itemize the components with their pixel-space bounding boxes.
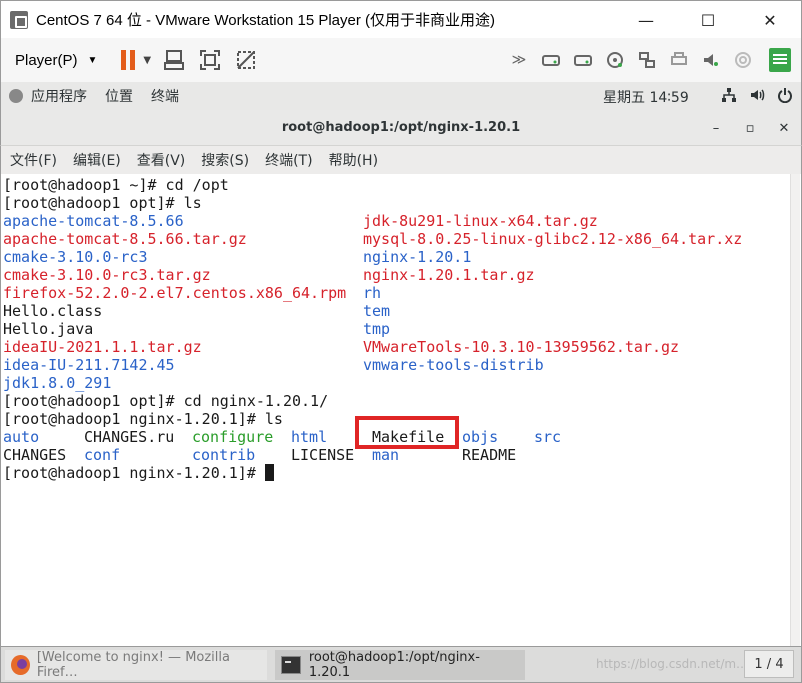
places-menu[interactable]: 位置 [105,86,133,106]
applications-menu[interactable]: 应用程序 [9,86,87,106]
taskbar-item-terminal[interactable]: root@hadoop1:/opt/nginx-1.20.1 [275,649,525,680]
hard-disk-icon[interactable] [539,48,563,72]
vmware-toolbar: Player(P) ▼ ▼ ≫ [0,38,802,82]
vmware-titlebar: CentOS 7 64 位 - VMware Workstation 15 Pl… [0,0,802,38]
menu-edit[interactable]: 编辑(E) [73,150,121,170]
ls-entry: cmake-3.10.0-rc3 [3,248,148,266]
ls-entry: Hello.java [3,320,94,338]
text-cursor [264,464,274,481]
send-ctrl-alt-del-icon[interactable] [161,47,187,73]
printer-icon[interactable] [667,48,691,72]
ls-entry: CHANGES.ru [84,428,175,446]
hard-disk-icon[interactable] [571,48,595,72]
ls-entry: apache-tomcat-8.5.66.tar.gz [3,230,247,248]
ls-entry: nginx-1.20.1 [363,248,472,266]
terminal-close-button[interactable]: ✕ [767,121,801,136]
sound-card-icon[interactable] [699,48,723,72]
gnome-foot-icon [9,89,23,103]
terminal-window-title: root@hadoop1:/opt/nginx-1.20.1 [281,120,521,135]
command-line: [root@hadoop1 opt]# ls [3,194,202,212]
ls-entry: html [291,428,328,446]
ls-entry: CHANGES [3,446,67,464]
vmware-window-controls: — ☐ ✕ [615,1,801,39]
vmware-device-icons: ≫ [507,38,801,82]
menu-view[interactable]: 查看(V) [137,150,186,170]
ls-entry: idea-IU-211.7142.45 [3,356,175,374]
vmware-logo-icon [10,10,28,29]
command-line: [root@hadoop1 opt]# cd nginx-1.20.1/ [3,392,329,410]
terminal-menubar: 文件(F) 编辑(E) 查看(V) 搜索(S) 终端(T) 帮助(H) [0,146,802,174]
clock[interactable]: 星期五 14∶59 [603,87,689,107]
ls-entry: firefox-52.2.0-2.el7.centos.x86_64.rpm [3,284,347,302]
network-icon [721,87,737,107]
terminal-scrollbar[interactable] [790,174,800,646]
ls-entry: conf [84,446,121,464]
taskbar-item-label: root@hadoop1:/opt/nginx-1.20.1 [308,649,480,680]
command-line-current: [root@hadoop1 nginx-1.20.1]# [3,464,274,482]
applications-menu-label: 应用程序 [31,89,87,105]
ls-entry: mysql-8.0.25-linux-glibc2.12-x86_64.tar.… [363,230,743,248]
player-menu[interactable]: Player(P) ▼ [15,52,97,69]
status-area[interactable] [721,87,793,107]
vmware-window-title: CentOS 7 64 位 - VMware Workstation 15 Pl… [36,12,496,29]
gnome-top-bar: 应用程序 位置 终端 星期五 14∶59 [0,82,802,110]
ls-entry: README [462,446,517,464]
volume-icon [749,87,765,107]
more-devices-icon[interactable]: ≫ [507,48,531,72]
watermark-text: https://blog.csdn.net/m… [596,657,749,671]
ls-entry: tmp [363,320,391,338]
terminal-maximize-button[interactable]: ▫ [733,121,767,136]
message-log-icon[interactable] [769,48,791,72]
terminal-app-menu[interactable]: 终端 [151,86,179,106]
chevron-down-icon: ▼ [87,54,98,66]
ls-entry: configure [192,428,274,446]
taskbar-item-label: [Welcome to nginx! — Mozilla Firef… [36,649,230,680]
maximize-button[interactable]: ☐ [677,1,739,39]
terminal-window-controls: – ▫ ✕ [699,110,801,146]
command-line: [root@hadoop1 ~]# cd /opt [3,176,229,194]
ls-entry: objs [462,428,499,446]
menu-search[interactable]: 搜索(S) [201,150,249,170]
ls-entry: tem [363,302,391,320]
close-button[interactable]: ✕ [739,1,801,39]
cd-drive-icon[interactable] [603,48,627,72]
makefile-highlight-box [355,416,459,449]
ls-entry: VMwareTools-10.3.10-13959562.tar.gz [363,338,680,356]
ls-entry: LICENSE [291,446,355,464]
usb-device-icon[interactable] [731,48,755,72]
ls-entry: Hello.class [3,302,103,320]
unity-icon[interactable] [233,47,259,73]
terminal-output[interactable]: [root@hadoop1 ~]# cd /opt [root@hadoop1 … [0,174,802,646]
workspace-indicator[interactable]: 1 / 4 [744,650,794,678]
command-line: [root@hadoop1 nginx-1.20.1]# ls [3,410,283,428]
menu-terminal[interactable]: 终端(T) [265,150,312,170]
ls-entry: auto [3,428,40,446]
power-icon [777,87,793,107]
network-adapter-icon[interactable] [635,48,659,72]
ls-entry: apache-tomcat-8.5.66 [3,212,184,230]
minimize-button[interactable]: — [615,1,677,39]
ls-entry: nginx-1.20.1.tar.gz [363,266,535,284]
ls-entry: cmake-3.10.0-rc3.tar.gz [3,266,211,284]
ls-entry: jdk1.8.0_291 [3,374,112,392]
fullscreen-icon[interactable] [197,47,223,73]
ls-entry: src [534,428,562,446]
taskbar-item-firefox[interactable]: [Welcome to nginx! — Mozilla Firef… [5,649,267,680]
terminal-minimize-button[interactable]: – [699,121,733,136]
menu-help[interactable]: 帮助(H) [329,150,378,170]
firefox-icon [11,654,30,675]
chevron-down-icon[interactable]: ▼ [143,55,151,66]
ls-entry: contrib [192,446,256,464]
menu-file[interactable]: 文件(F) [10,150,57,170]
ls-entry: jdk-8u291-linux-x64.tar.gz [363,212,598,230]
ls-entry: ideaIU-2021.1.1.tar.gz [3,338,202,356]
prompt-text: [root@hadoop1 nginx-1.20.1]# [3,464,265,482]
ls-entry: rh [363,284,382,302]
pause-icon[interactable] [121,50,136,70]
terminal-titlebar: root@hadoop1:/opt/nginx-1.20.1 – ▫ ✕ [0,110,802,146]
player-menu-label: Player(P) [15,51,78,69]
ls-entry: vmware-tools-distrib [363,356,544,374]
terminal-icon [281,655,301,674]
